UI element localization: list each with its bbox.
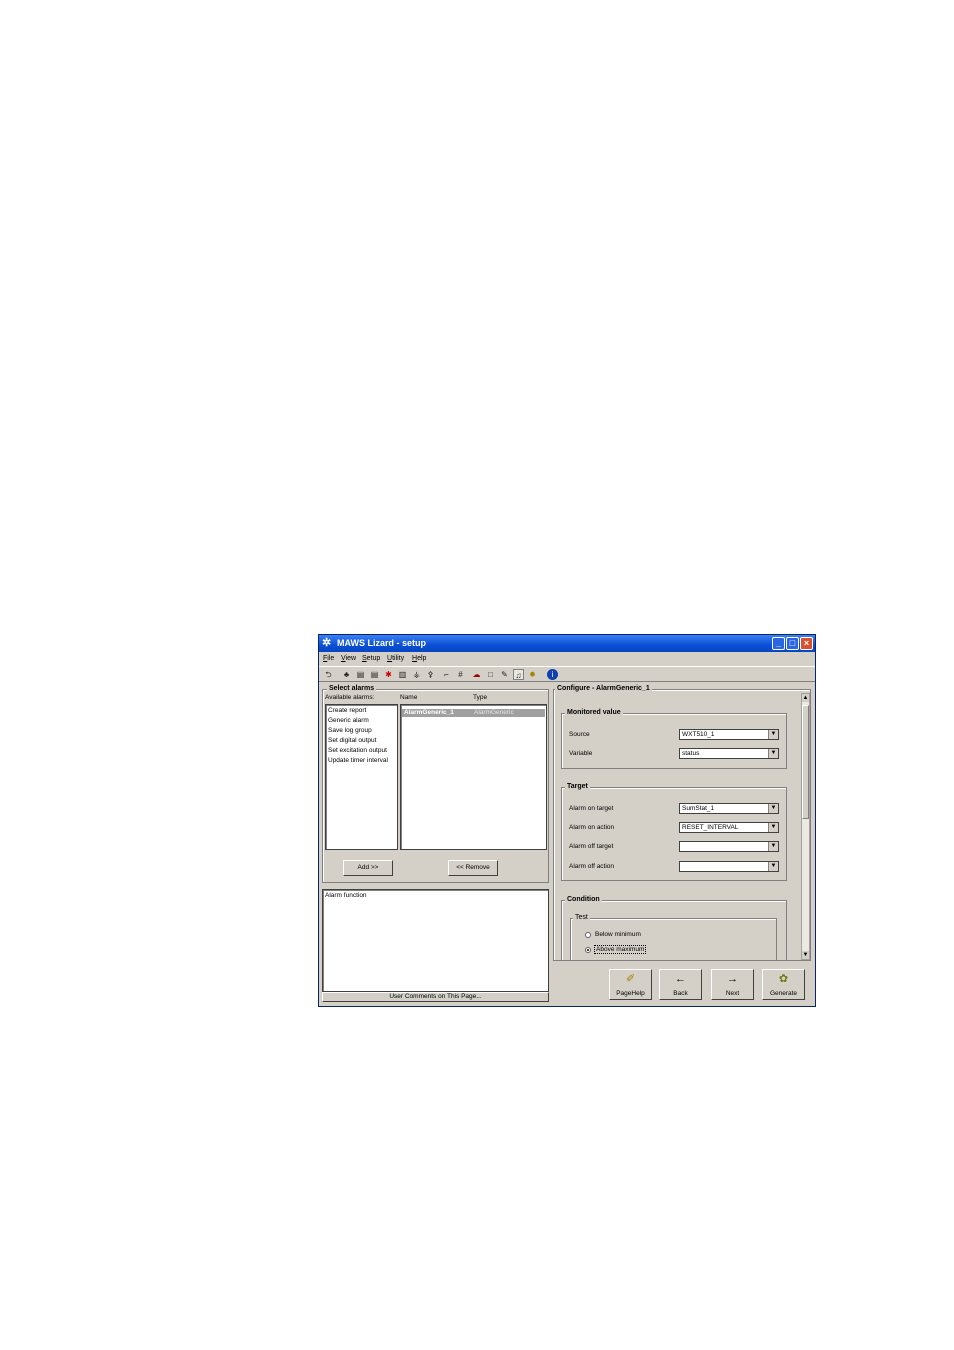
maximize-button[interactable]: □ — [786, 637, 799, 650]
alarm-off-action-label: Alarm off action — [569, 863, 615, 870]
sensor-icon[interactable]: ✱ — [383, 669, 394, 680]
remove-button[interactable]: << Remove — [448, 860, 498, 876]
report-icon[interactable]: ▤ — [369, 669, 380, 680]
scroll-down-icon[interactable]: ▼ — [802, 951, 809, 959]
chevron-down-icon[interactable]: ▼ — [768, 842, 778, 851]
scroll-thumb[interactable] — [802, 705, 809, 819]
chevron-down-icon[interactable]: ▼ — [768, 730, 778, 739]
column-name-header: Name — [400, 694, 418, 701]
menu-setup[interactable]: Setup — [362, 655, 380, 662]
list-item[interactable]: Save log group — [328, 727, 372, 734]
station-icon[interactable]: ⚶ — [411, 669, 422, 680]
menu-bar: File View Setup Utility Help — [319, 653, 815, 665]
user-comments-button[interactable]: User Comments on This Page... — [322, 992, 549, 1002]
selected-alarm-name: AlarmGeneric_1 — [404, 709, 454, 716]
close-button[interactable]: × — [800, 637, 813, 650]
alarm-on-action-label: Alarm on action — [569, 824, 615, 831]
pagehelp-button[interactable]: ✐ PageHelp — [609, 969, 652, 1000]
add-button[interactable]: Add >> — [343, 860, 393, 876]
arrow-right-icon: → — [727, 973, 738, 985]
generate-icon: ✿ — [778, 973, 789, 985]
title-bar[interactable]: ✲ MAWS Lizard - setup _ □ × — [319, 635, 815, 652]
above-maximum-label[interactable]: Above maximum — [594, 945, 647, 954]
selected-alarm-type: AlarmGeneric — [474, 709, 514, 716]
alarm-on-target-dropdown[interactable]: SumStat_1 ▼ — [679, 803, 779, 814]
lizard-logo-icon: ✲ — [322, 637, 332, 649]
panel-icon[interactable]: ▥ — [397, 669, 408, 680]
weather-icon[interactable]: ⚴ — [425, 669, 436, 680]
variable-dropdown[interactable]: status ▼ — [679, 748, 779, 759]
alarm-off-target-dropdown[interactable]: ▼ — [679, 841, 779, 852]
cloud-icon[interactable]: ☁ — [471, 669, 482, 680]
scroll-up-icon[interactable]: ▲ — [802, 694, 809, 702]
condition-label: Condition — [565, 896, 602, 903]
chevron-down-icon[interactable]: ▼ — [768, 823, 778, 832]
gear-icon[interactable]: ✹ — [527, 669, 538, 680]
configure-scrollbar[interactable]: ▲ ▼ — [801, 693, 810, 960]
variable-label: Variable — [569, 750, 593, 757]
select-alarms-label: Select alarms — [327, 685, 377, 692]
generate-label: Generate — [769, 990, 798, 997]
window-title: MAWS Lizard - setup — [337, 638, 427, 648]
above-maximum-radio[interactable] — [585, 947, 591, 953]
variable-value: status — [682, 750, 700, 757]
graph-icon[interactable]: ⌐ — [441, 669, 452, 680]
alarm-off-target-label: Alarm off target — [569, 843, 614, 850]
source-dropdown[interactable]: WXT510_1 ▼ — [679, 729, 779, 740]
minimize-button[interactable]: _ — [772, 637, 785, 650]
menu-file[interactable]: File — [323, 655, 334, 662]
list-item[interactable]: Set digital output — [328, 737, 376, 744]
generate-button[interactable]: ✿ Generate — [762, 969, 805, 1000]
alarm-on-target-label: Alarm on target — [569, 805, 614, 812]
below-minimum-label[interactable]: Below minimum — [595, 931, 641, 938]
alarm-on-target-value: SumStat_1 — [682, 805, 715, 812]
arrow-left-icon: ← — [675, 973, 686, 985]
list-item[interactable]: Update timer interval — [328, 757, 388, 764]
source-value: WXT510_1 — [682, 731, 715, 738]
back-button[interactable]: ← Back — [659, 969, 702, 1000]
chevron-down-icon[interactable]: ▼ — [768, 804, 778, 813]
menu-utility[interactable]: Utility — [387, 655, 404, 662]
menu-view[interactable]: View — [341, 655, 356, 662]
network-icon[interactable]: ♣ — [341, 669, 352, 680]
column-type-header: Type — [473, 694, 488, 701]
source-label: Source — [569, 731, 590, 738]
app-window: ✲ MAWS Lizard - setup _ □ × File View Se… — [318, 634, 816, 1007]
alarm-description-box[interactable]: Alarm function — [322, 889, 549, 992]
info-icon[interactable]: i — [547, 669, 558, 680]
pen-icon[interactable]: ✎ — [499, 669, 510, 680]
box-icon[interactable]: □ — [485, 669, 496, 680]
alarm-off-action-dropdown[interactable]: ▼ — [679, 861, 779, 872]
target-label: Target — [565, 783, 590, 790]
toolbar: ⮌ ♣ ▤ ▤ ✱ ▥ ⚶ ⚴ ⌐ # ☁ □ ✎ ♫ ✹ i — [319, 666, 815, 682]
available-alarms-label: Available alarms: — [325, 694, 375, 701]
list-item[interactable]: Create report — [328, 707, 366, 714]
alarm-icon[interactable]: ♫ — [513, 669, 524, 680]
chevron-down-icon[interactable]: ▼ — [768, 862, 778, 871]
monitored-value-group — [561, 713, 787, 769]
pagehelp-icon: ✐ — [625, 973, 636, 985]
below-minimum-radio[interactable] — [585, 932, 591, 938]
list-item[interactable]: Generic alarm — [328, 717, 369, 724]
alarm-description-text: Alarm function — [325, 892, 367, 899]
configure-title: Configure - AlarmGeneric_1 — [555, 685, 652, 692]
test-label: Test — [573, 914, 590, 921]
next-label: Next — [725, 990, 740, 997]
pagehelp-label: PageHelp — [616, 990, 645, 997]
alarm-on-action-value: RESET_INTERVAL — [682, 824, 739, 831]
selected-alarms-list[interactable]: AlarmGeneric_1 AlarmGeneric — [400, 704, 547, 850]
chevron-down-icon[interactable]: ▼ — [768, 749, 778, 758]
list-item[interactable]: Set excitation output — [328, 747, 387, 754]
undo-icon[interactable]: ⮌ — [323, 669, 334, 680]
log-icon[interactable]: ▤ — [355, 669, 366, 680]
next-button[interactable]: → Next — [711, 969, 754, 1000]
grid-icon[interactable]: # — [455, 669, 466, 680]
monitored-value-label: Monitored value — [565, 709, 623, 716]
back-label: Back — [673, 990, 688, 997]
available-alarms-list[interactable]: Create report Generic alarm Save log gro… — [325, 704, 398, 850]
alarm-on-action-dropdown[interactable]: RESET_INTERVAL ▼ — [679, 822, 779, 833]
menu-help[interactable]: Help — [412, 655, 426, 662]
